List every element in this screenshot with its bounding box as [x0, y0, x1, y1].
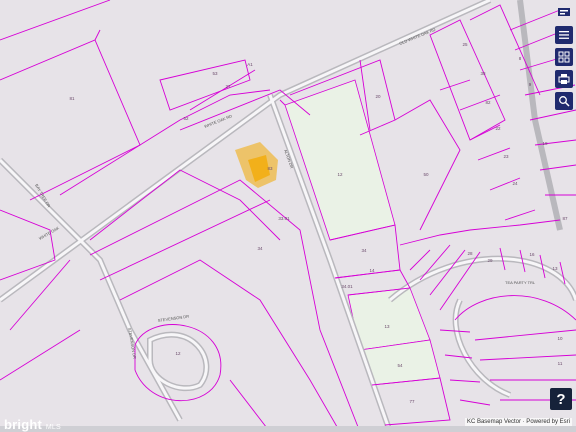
parcel-label: 50 [423, 172, 429, 177]
parcel-label: 54 [397, 363, 403, 368]
parcel-label: 34 [361, 248, 367, 253]
taskbar-strip [0, 426, 576, 432]
list-icon[interactable] [555, 26, 573, 44]
parcel-label: 53 [212, 71, 218, 76]
map-attribution: KC Basemap Vector · Powered by Esri [464, 418, 572, 426]
parcel-label: 81 [69, 96, 75, 101]
parcel-map[interactable]: 81 27 53 52 A1 20 25 38 12 50 82 34 33.0… [0, 0, 576, 432]
parcel-label: 28 [467, 251, 473, 256]
parcel-label: 77 [409, 399, 415, 404]
parcel-label: 13 [552, 266, 558, 271]
parcel-label: 38 [480, 71, 486, 76]
parcel-label: 83 [267, 166, 273, 171]
parcel-label: 23 [503, 154, 509, 159]
parcel-label: 22 [495, 126, 501, 131]
parcel-label: 20 [375, 94, 381, 99]
parcel-label: 13 [384, 324, 390, 329]
parcel-label: 14 [369, 268, 375, 273]
map-viewer[interactable]: 81 27 53 52 A1 20 25 38 12 50 82 34 33.0… [0, 0, 576, 432]
parcel-label: 34.01 [341, 284, 353, 289]
parcel-label: 12 [175, 351, 181, 356]
parcel-label: 33.01 [278, 216, 290, 221]
parcel-label: 11 [558, 361, 563, 366]
help-button[interactable]: ? [550, 388, 572, 410]
parcel-label: 24 [512, 181, 518, 186]
parcel-label: 16 [529, 252, 535, 257]
parcel-label: A1 [247, 62, 253, 67]
parcel-label: 27 [225, 84, 231, 89]
print-icon[interactable] [555, 70, 573, 88]
parcel-label: 87 [562, 216, 568, 221]
brand-logo: bright MLS [4, 417, 61, 432]
search-icon[interactable] [555, 92, 573, 110]
parcel-label: 18 [542, 141, 548, 146]
parcel-label: 82 [485, 100, 491, 105]
road-label: TEA PARTY TRL [505, 280, 536, 285]
logo-suffix: MLS [45, 424, 61, 431]
parcel-label: 10 [557, 336, 563, 341]
parcel-label: 12 [337, 172, 343, 177]
parcel-label: 34 [257, 246, 263, 251]
map-toolbar [555, 26, 573, 110]
logo-text: bright [4, 417, 43, 432]
basemap-icon[interactable] [557, 6, 571, 18]
parcel-label: 29 [487, 258, 493, 263]
parcel-label: 52 [183, 116, 189, 121]
grid-icon[interactable] [555, 48, 573, 66]
parcel-label: 25 [462, 42, 468, 47]
